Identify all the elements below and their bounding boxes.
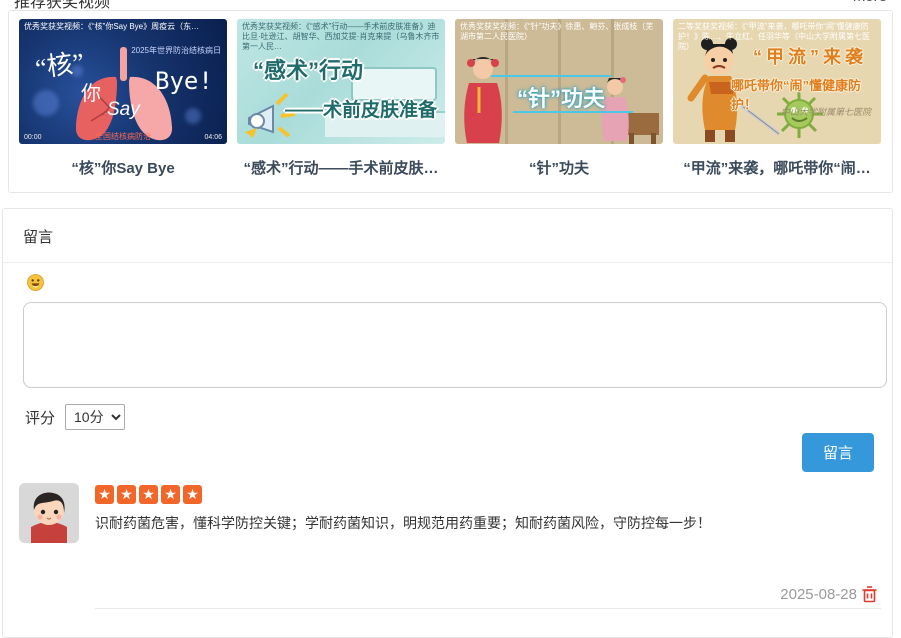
comment-textarea[interactable] [23, 302, 887, 388]
thumb-credit-text: 优秀奖获奖视频：《“针”功夫》徐惠、鲍芬、张成枝（芜湖市第二人民医院） [460, 22, 658, 42]
decor-line [490, 75, 611, 77]
video-card[interactable]: 优秀奖获奖视频：《“针”功夫》徐惠、鲍芬、张成枝（芜湖市第二人民医院） “针”功… [455, 19, 663, 178]
video-thumbnail[interactable]: 优秀奖获奖视频：《“感术”行动——手术前皮肤准备》迪比旦·吐逊江、胡智华、西加艾… [237, 19, 445, 144]
video-card-list: 优秀奖获奖视频：《“核”你Say Bye》周疫云（东… 2025年世界防治结核病… [9, 11, 892, 178]
comment-date: 2025-08-28 [780, 586, 857, 603]
star-icon: ★ [183, 485, 202, 504]
video-thumbnail[interactable]: 二等奖获奖视频：《“甲流”来袭，哪吒带你“闹”懂健康防护！》陈…、牛立红、任羽华… [673, 19, 881, 144]
thumb-event-text: 2025年世界防治结核病日 [131, 45, 221, 56]
rating-stars: ★ ★ ★ ★ ★ [95, 485, 879, 504]
video-card[interactable]: 优秀奖获奖视频：《“核”你Say Bye》周疫云（东… 2025年世界防治结核病… [19, 19, 227, 178]
thumb-credit-text: 二等奖获奖视频：《“甲流”来袭，哪吒带你“闹”懂健康防护！》陈…、牛立红、任羽华… [678, 22, 876, 52]
score-label: 评分 [25, 407, 55, 428]
thumb-big-text: Say [107, 99, 140, 121]
star-icon: ★ [161, 485, 180, 504]
comment-item: ★ ★ ★ ★ ★ 识耐药菌危害，懂科学防控关键；学耐药菌知识，明规范用药重要；… [19, 483, 879, 609]
video-card[interactable]: 优秀奖获奖视频：《“感术”行动——手术前皮肤准备》迪比旦·吐逊江、胡智华、西加艾… [237, 19, 445, 178]
thumb-credit-text: 优秀奖获奖视频：《“感术”行动——手术前皮肤准备》迪比旦·吐逊江、胡智华、西加艾… [242, 22, 440, 52]
submit-comment-button[interactable]: 留言 [802, 433, 874, 472]
avatar [19, 483, 79, 543]
video-thumbnail[interactable]: 优秀奖获奖视频：《“核”你Say Bye》周疫云（东… 2025年世界防治结核病… [19, 19, 227, 144]
comment-body: ★ ★ ★ ★ ★ 识耐药菌危害，懂科学防控关键；学耐药菌知识，明规范用药重要；… [95, 485, 879, 533]
thumb-big-text: “核” [33, 42, 87, 85]
thumb-big-text: ——术前皮肤准备 [285, 95, 437, 122]
video-title[interactable]: “甲流”来袭，哪吒带你“闹… [673, 157, 881, 178]
thumb-big-text: 哪吒带你“闹”懂健康防护！ [731, 75, 881, 113]
more-link[interactable]: more [853, 0, 887, 5]
comment-panel: 留言 评分 10分 留言 [2, 208, 893, 638]
delete-icon[interactable] [862, 586, 877, 603]
thumb-big-text: “感术”行动 [253, 53, 363, 85]
thumb-credit-text: 优秀奖获奖视频：《“核”你Say Bye》周疫云（东… [24, 22, 222, 32]
performer-right-figure [597, 75, 661, 144]
score-row: 评分 10分 [25, 404, 892, 430]
comment-text: 识耐药菌危害，懂科学防控关键；学耐药菌知识，明规范用药重要；知耐药菌风险，守防控… [95, 513, 879, 533]
video-title[interactable]: “核”你Say Bye [19, 157, 227, 178]
thumb-footer-text: 全国结核病防治 [19, 131, 227, 142]
star-icon: ★ [139, 485, 158, 504]
thumb-big-text: “针”功夫 [517, 81, 605, 113]
video-thumbnail[interactable]: 优秀奖获奖视频：《“针”功夫》徐惠、鲍芬、张成枝（芜湖市第二人民医院） “针”功… [455, 19, 663, 144]
thumb-big-text: 你 [81, 77, 101, 106]
video-time-current: 00:00 [24, 134, 42, 141]
score-select[interactable]: 10分 [65, 404, 125, 430]
emoji-picker-icon[interactable] [27, 274, 44, 291]
submit-row: 留言 [802, 433, 874, 472]
comment-section-title: 留言 [3, 209, 892, 263]
emoji-row [3, 263, 892, 300]
video-title[interactable]: “感术”行动——手术前皮肤… [237, 157, 445, 178]
video-time-duration: 04:06 [204, 134, 222, 141]
star-icon: ★ [95, 485, 114, 504]
thumb-big-text: Bye! [155, 67, 213, 95]
video-panel: 优秀奖获奖视频：《“核”你Say Bye》周疫云（东… 2025年世界防治结核病… [8, 10, 893, 193]
video-title[interactable]: “针”功夫 [455, 157, 663, 178]
star-icon: ★ [117, 485, 136, 504]
comment-footer: 2025-08-28 [780, 586, 877, 603]
comment-divider [95, 608, 881, 609]
video-card[interactable]: 二等奖获奖视频：《“甲流”来袭，哪吒带你“闹”懂健康防护！》陈…、牛立红、任羽华… [673, 19, 881, 178]
performer-left-figure [459, 53, 505, 144]
